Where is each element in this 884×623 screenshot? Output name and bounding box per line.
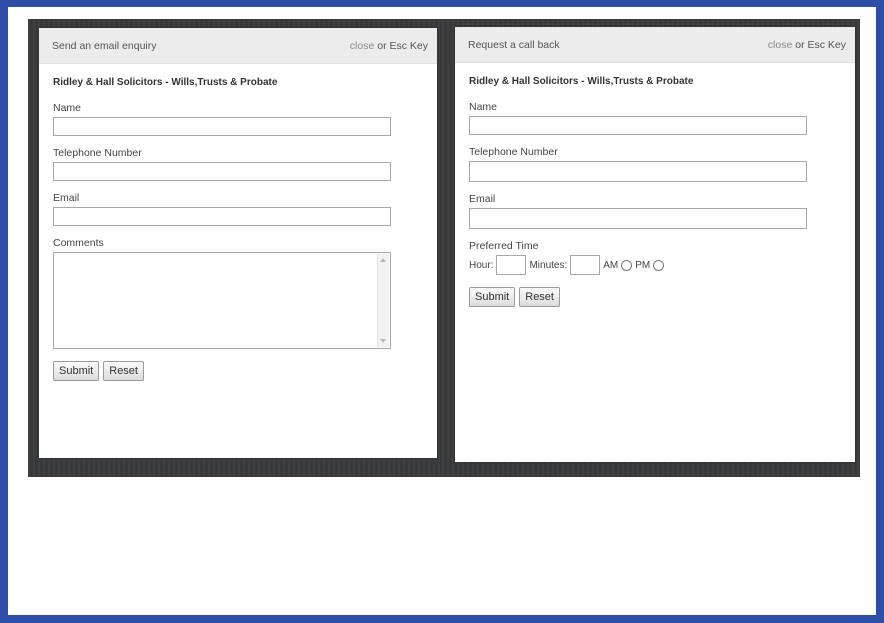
preferred-time-row: Hour: Minutes: AM PM — [469, 255, 855, 275]
form-buttons: Submit Reset — [469, 287, 855, 307]
modal-title: Request a call back — [468, 38, 560, 51]
comments-scrollbar[interactable] — [377, 254, 389, 347]
phone-field[interactable] — [53, 162, 391, 181]
pm-label: PM — [635, 259, 651, 271]
name-field[interactable] — [53, 117, 391, 136]
submit-button[interactable]: Submit — [53, 361, 100, 381]
close-area: close or Esc Key — [768, 39, 846, 51]
callback-request-screenshot: Request a call back close or Esc Key Rid… — [442, 19, 860, 477]
close-hint: or Esc Key — [374, 39, 428, 52]
name-field[interactable] — [469, 116, 807, 135]
preferred-time-label: Preferred Time — [469, 240, 539, 252]
submit-button[interactable]: Submit — [469, 287, 516, 307]
modal-body: Ridley & Hall Solicitors - Wills,Trusts … — [455, 63, 855, 307]
phone-field[interactable] — [469, 161, 807, 182]
scroll-up-arrow-icon[interactable] — [380, 258, 386, 262]
email-field[interactable] — [469, 208, 807, 229]
close-link[interactable]: close — [350, 40, 375, 52]
email-label: Email — [469, 193, 496, 205]
firm-name: Ridley & Hall Solicitors - Wills,Trusts … — [469, 76, 694, 87]
email-field[interactable] — [53, 207, 391, 226]
close-link[interactable]: close — [768, 39, 793, 51]
am-label: AM — [603, 259, 619, 271]
modal-header: Request a call back close or Esc Key — [455, 27, 855, 63]
callback-request-modal: Request a call back close or Esc Key Rid… — [455, 27, 855, 462]
modal-header: Send an email enquiry close or Esc Key — [39, 28, 437, 64]
page-content: Send an email enquiry close or Esc Key R… — [8, 7, 876, 615]
comments-field[interactable] — [53, 252, 391, 349]
email-enquiry-screenshot: Send an email enquiry close or Esc Key R… — [28, 19, 448, 477]
email-enquiry-modal: Send an email enquiry close or Esc Key R… — [39, 28, 437, 458]
close-hint: or Esc Key — [792, 38, 846, 51]
comments-label: Comments — [53, 237, 104, 249]
modal-title: Send an email enquiry — [52, 39, 157, 52]
minutes-label: Minutes: — [529, 259, 568, 271]
hour-label: Hour: — [469, 259, 494, 271]
name-label: Name — [469, 101, 498, 113]
minutes-field[interactable] — [570, 255, 601, 275]
hour-field[interactable] — [496, 255, 527, 275]
name-label: Name — [53, 102, 82, 114]
am-radio[interactable] — [621, 259, 633, 271]
phone-label: Telephone Number — [469, 146, 558, 158]
reset-button[interactable]: Reset — [103, 361, 144, 381]
form-buttons: Submit Reset — [53, 361, 437, 381]
reset-button[interactable]: Reset — [519, 287, 560, 307]
phone-label: Telephone Number — [53, 147, 142, 159]
email-label: Email — [53, 192, 80, 204]
firm-name: Ridley & Hall Solicitors - Wills,Trusts … — [53, 77, 278, 88]
scroll-down-arrow-icon[interactable] — [380, 339, 386, 343]
modal-body: Ridley & Hall Solicitors - Wills,Trusts … — [39, 64, 437, 381]
close-area: close or Esc Key — [350, 40, 428, 52]
pm-radio[interactable] — [653, 259, 665, 271]
